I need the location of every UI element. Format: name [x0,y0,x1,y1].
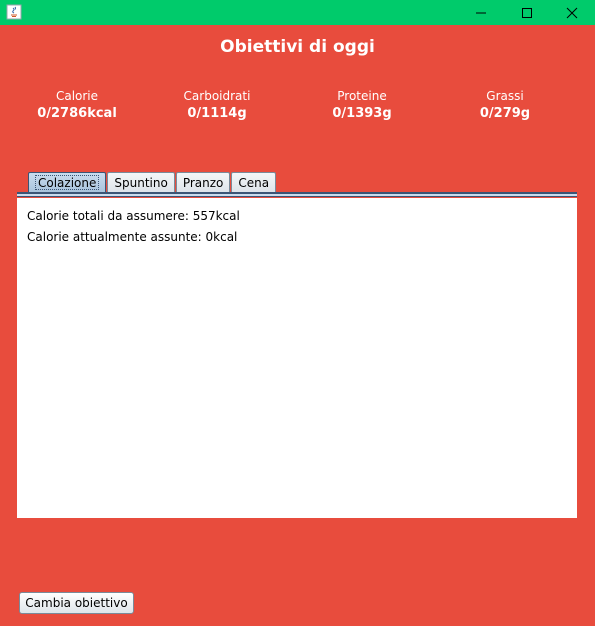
stat-fats-label: Grassi [486,89,524,103]
change-goal-button[interactable]: Cambia obiettivo [19,592,134,614]
java-app-icon[interactable] [6,4,22,20]
total-calories-text: Calorie totali da assumere: 557kcal [27,209,240,223]
tab-spuntino[interactable]: Spuntino [107,172,175,193]
maximize-icon[interactable] [504,0,550,25]
close-icon[interactable] [549,0,595,25]
stat-carbs-value: 0/1114g [187,106,247,121]
stat-carbs-label: Carboidrati [183,89,251,103]
tab-cena-label: Cena [238,176,270,190]
consumed-calories-text: Calorie attualmente assunte: 0kcal [27,230,238,244]
stat-calories-label: Calorie [55,89,99,103]
page-title: Obiettivi di oggi [220,37,375,57]
tab-colazione-label: Colazione [35,175,100,190]
stat-fats: Grassi 0/279g [445,89,565,121]
stat-calories: Calorie 0/2786kcal [17,89,137,121]
tab-pranzo[interactable]: Pranzo [175,172,231,193]
stat-proteins-value: 0/1393g [332,106,392,121]
stat-fats-value: 0/279g [479,106,531,121]
tab-spuntino-label: Spuntino [114,176,168,190]
stat-carbs: Carboidrati 0/1114g [157,89,277,121]
stat-calories-value: 0/2786kcal [37,106,117,121]
tab-pranzo-label: Pranzo [182,176,224,190]
minimize-icon[interactable] [458,0,504,25]
tab-colazione[interactable]: Colazione [28,172,107,193]
stat-proteins: Proteine 0/1393g [302,89,422,121]
tab-cena[interactable]: Cena [231,172,277,193]
meal-tabs: Colazione Spuntino Pranzo Cena [28,172,277,193]
tab-strip [17,192,577,197]
stat-proteins-label: Proteine [337,89,387,103]
title-bar [0,0,595,25]
tab-content-panel: Calorie totali da assumere: 557kcal Calo… [17,198,577,518]
